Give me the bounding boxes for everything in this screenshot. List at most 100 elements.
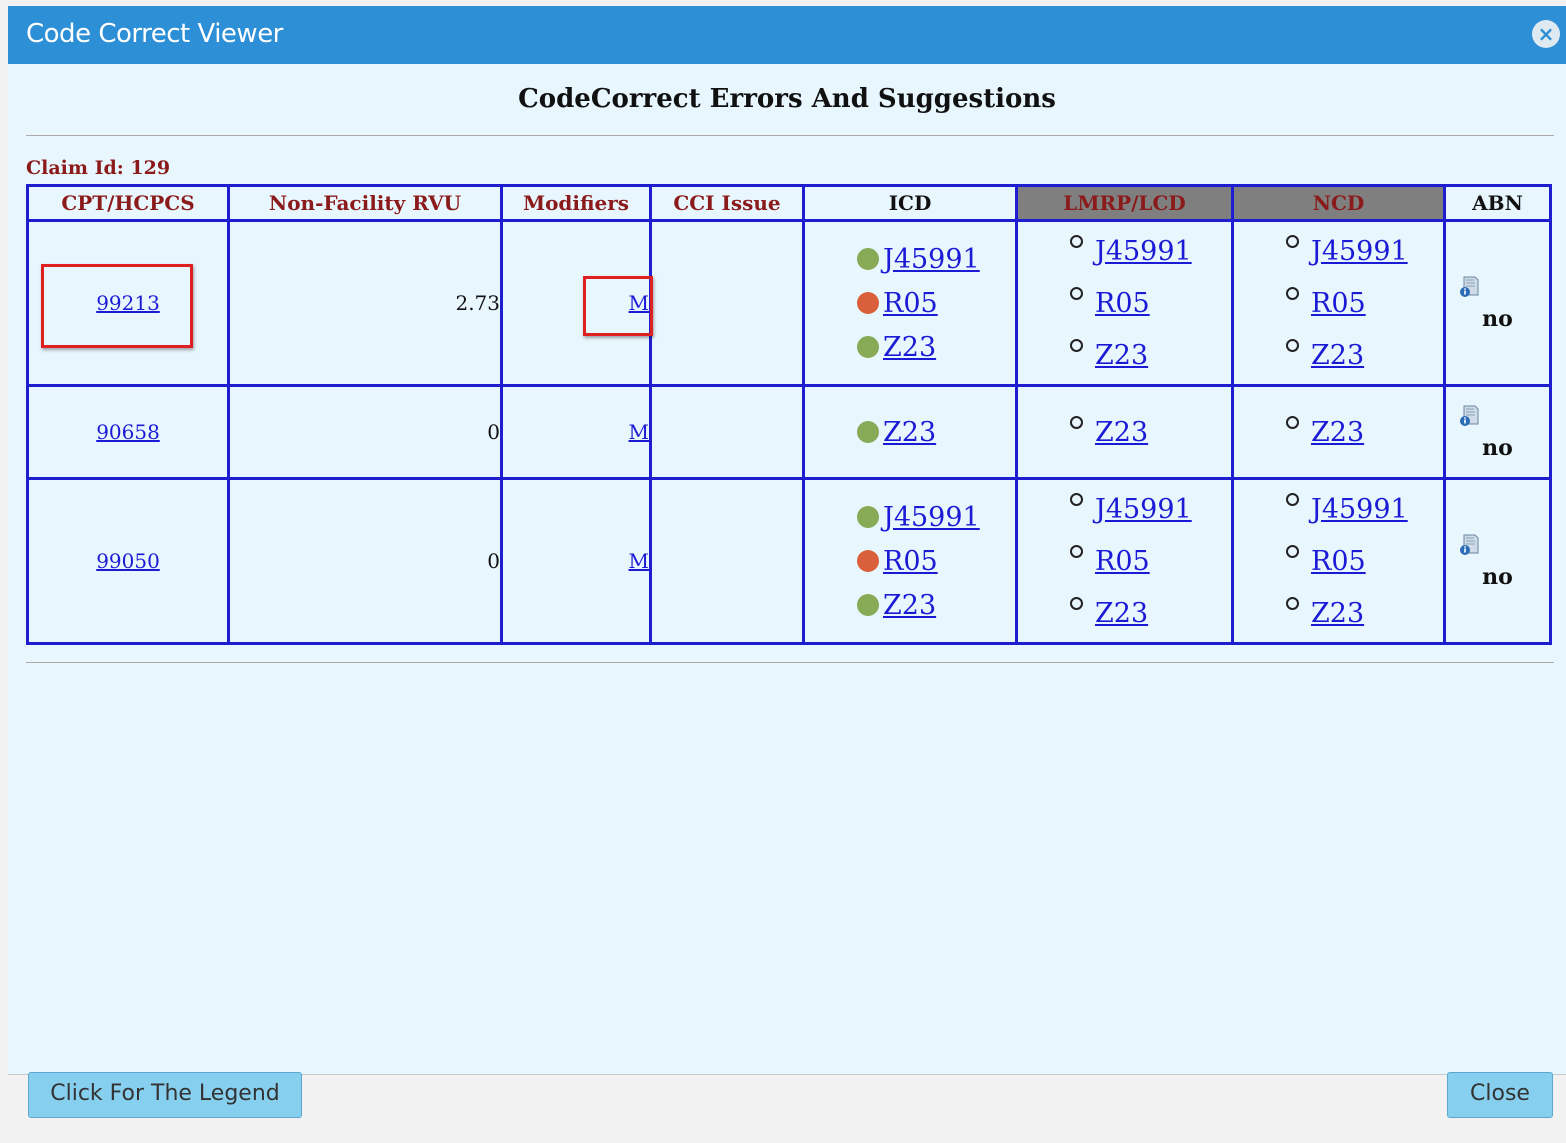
icd-link[interactable]: J45991 xyxy=(883,244,980,275)
icd-item: R05 xyxy=(857,281,1015,325)
dialog-titlebar: Code Correct Viewer × xyxy=(8,6,1566,64)
table-row: 99050 0 M J45991 R05 Z23 J45991 R05 Z23 … xyxy=(26,477,1552,645)
claim-id: Claim Id: 129 xyxy=(26,157,171,179)
icd-item: Z23 xyxy=(857,583,1015,627)
lmrp-link[interactable]: R05 xyxy=(1095,288,1150,319)
abn-cell: no xyxy=(1443,384,1552,480)
header-ncd: NCD xyxy=(1231,184,1446,222)
ncd-link[interactable]: Z23 xyxy=(1311,598,1364,629)
highlight-box-cpt xyxy=(41,264,193,348)
icd-link[interactable]: J45991 xyxy=(883,502,980,533)
icd-item: J45991 xyxy=(857,495,1015,539)
codes-table: CPT/HCPCS Non-Facility RVU Modifiers CCI… xyxy=(26,184,1552,645)
icd-cell: J45991 R05 Z23 xyxy=(802,219,1018,387)
ncd-link[interactable]: Z23 xyxy=(1311,340,1364,371)
lmrp-item: Z23 xyxy=(1070,329,1231,381)
page-title: CodeCorrect Errors And Suggestions xyxy=(518,84,1056,114)
info-document-icon[interactable] xyxy=(1458,532,1482,556)
ncd-link[interactable]: J45991 xyxy=(1311,236,1408,267)
lmrp-item: Z23 xyxy=(1070,587,1231,639)
divider-bottom xyxy=(26,662,1554,663)
ncd-item: R05 xyxy=(1286,535,1443,587)
divider-top xyxy=(26,135,1554,136)
circle-icon xyxy=(1070,234,1083,248)
header-cci: CCI Issue xyxy=(649,184,805,222)
header-abn: ABN xyxy=(1443,184,1552,222)
circle-icon xyxy=(1070,286,1083,300)
icd-item: Z23 xyxy=(857,325,1015,369)
circle-icon xyxy=(1070,492,1083,506)
circle-icon xyxy=(1070,596,1083,610)
lmrp-cell: Z23 xyxy=(1015,384,1234,480)
lmrp-item: R05 xyxy=(1070,277,1231,329)
icd-link[interactable]: R05 xyxy=(883,546,938,577)
info-document-icon[interactable] xyxy=(1458,274,1482,298)
cci-cell xyxy=(649,219,805,387)
code-correct-dialog: Code Correct Viewer × CodeCorrect Errors… xyxy=(0,0,1566,1143)
ncd-item: Z23 xyxy=(1286,406,1443,458)
close-button[interactable]: Close xyxy=(1447,1072,1553,1118)
icd-link[interactable]: Z23 xyxy=(883,417,936,448)
status-dot-green-icon xyxy=(857,421,879,443)
icd-item: J45991 xyxy=(857,237,1015,281)
info-document-icon[interactable] xyxy=(1458,403,1482,427)
lmrp-link[interactable]: Z23 xyxy=(1095,417,1148,448)
modifier-link[interactable]: M xyxy=(629,420,649,444)
circle-icon xyxy=(1286,286,1299,300)
modifier-link[interactable]: M xyxy=(629,549,649,573)
circle-icon xyxy=(1070,544,1083,558)
status-dot-green-icon xyxy=(857,594,879,616)
ncd-link[interactable]: J45991 xyxy=(1311,494,1408,525)
abn-value: no xyxy=(1482,564,1513,590)
status-dot-green-icon xyxy=(857,506,879,528)
dialog-title: Code Correct Viewer xyxy=(26,19,283,49)
cpt-link[interactable]: 99050 xyxy=(96,549,160,573)
lmrp-link[interactable]: Z23 xyxy=(1095,598,1148,629)
modifier-cell: M xyxy=(500,384,652,480)
ncd-link[interactable]: Z23 xyxy=(1311,417,1364,448)
ncd-item: J45991 xyxy=(1286,225,1443,277)
lmrp-link[interactable]: J45991 xyxy=(1095,494,1192,525)
cpt-link[interactable]: 90658 xyxy=(96,420,160,444)
header-icd: ICD xyxy=(802,184,1018,222)
circle-icon xyxy=(1286,415,1299,429)
lmrp-item: R05 xyxy=(1070,535,1231,587)
icd-cell: J45991 R05 Z23 xyxy=(802,477,1018,645)
modifier-cell: M xyxy=(500,477,652,645)
icd-link[interactable]: R05 xyxy=(883,288,938,319)
header-lmrp: LMRP/LCD xyxy=(1015,184,1234,222)
status-dot-red-icon xyxy=(857,292,879,314)
icd-link[interactable]: Z23 xyxy=(883,332,936,363)
ncd-link[interactable]: R05 xyxy=(1311,546,1366,577)
table-row: 99213 2.73 M J45991 R05 Z23 J45991 R05 Z… xyxy=(26,219,1552,387)
lmrp-link[interactable]: R05 xyxy=(1095,546,1150,577)
icd-cell: Z23 xyxy=(802,384,1018,480)
lmrp-cell: J45991 R05 Z23 xyxy=(1015,219,1234,387)
rvu-cell: 0 xyxy=(227,384,503,480)
circle-icon xyxy=(1286,234,1299,248)
close-icon[interactable]: × xyxy=(1532,20,1560,48)
ncd-link[interactable]: R05 xyxy=(1311,288,1366,319)
ncd-cell: J45991 R05 Z23 xyxy=(1231,219,1446,387)
abn-value: no xyxy=(1482,306,1513,332)
icd-link[interactable]: Z23 xyxy=(883,590,936,621)
header-cpt: CPT/HCPCS xyxy=(26,184,230,222)
circle-icon xyxy=(1070,415,1083,429)
ncd-cell: Z23 xyxy=(1231,384,1446,480)
rvu-cell: 2.73 xyxy=(227,219,503,387)
lmrp-item: Z23 xyxy=(1070,406,1231,458)
dialog-content: CodeCorrect Errors And Suggestions Claim… xyxy=(8,64,1566,1075)
rvu-cell: 0 xyxy=(227,477,503,645)
lmrp-link[interactable]: Z23 xyxy=(1095,340,1148,371)
lmrp-cell: J45991 R05 Z23 xyxy=(1015,477,1234,645)
legend-button[interactable]: Click For The Legend xyxy=(28,1072,302,1118)
table-row: 90658 0 M Z23 Z23 Z23 no xyxy=(26,384,1552,480)
lmrp-item: J45991 xyxy=(1070,225,1231,277)
ncd-item: Z23 xyxy=(1286,587,1443,639)
status-dot-red-icon xyxy=(857,550,879,572)
ncd-item: R05 xyxy=(1286,277,1443,329)
lmrp-link[interactable]: J45991 xyxy=(1095,236,1192,267)
cpt-cell: 90658 xyxy=(26,384,230,480)
abn-cell: no xyxy=(1443,477,1552,645)
cpt-cell: 99050 xyxy=(26,477,230,645)
